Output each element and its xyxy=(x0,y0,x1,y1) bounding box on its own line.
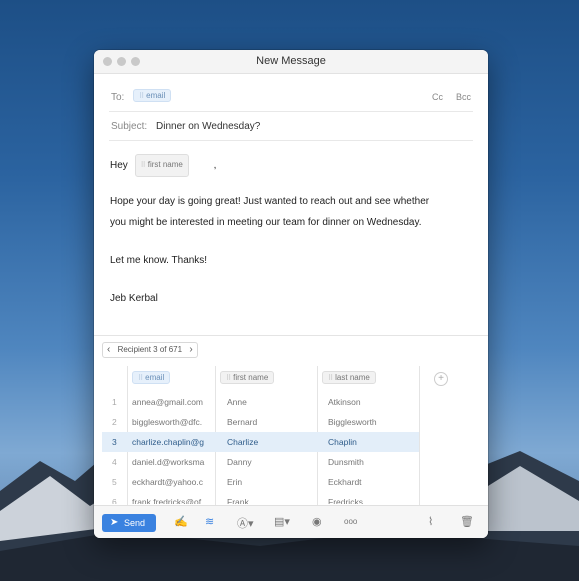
last-name-cell: Bigglesworth xyxy=(328,417,377,427)
message-greeting-line[interactable]: Hey ⠿ first name , xyxy=(110,154,472,177)
first-name-cell: Erin xyxy=(227,477,243,487)
email-cell: daniel.d@worksma xyxy=(132,457,205,467)
column-label: email xyxy=(145,373,165,382)
subject-field[interactable]: Dinner on Wednesday? xyxy=(156,121,260,132)
subject-label: Subject: xyxy=(111,121,148,132)
drag-grip-icon: ⠿ xyxy=(138,375,143,382)
last-name-cell: Dunsmith xyxy=(328,457,364,467)
email-cell: annea@gmail.com xyxy=(132,397,203,407)
translate-icon[interactable]: Ⓐ▾ xyxy=(237,515,254,531)
message-paragraph-1[interactable]: Hope your day is going great! Just wante… xyxy=(110,193,472,232)
email-cell: charlize.chaplin@g xyxy=(132,437,204,447)
send-label: Send xyxy=(124,518,146,528)
table-row[interactable]: 6 frank.fredricks@of Frank Fredricks xyxy=(102,492,419,504)
bcc-button[interactable]: Bcc xyxy=(456,92,471,102)
email-cell: bigglesworth@dfc. xyxy=(132,417,203,427)
next-recipient-button[interactable]: › xyxy=(189,344,192,355)
table-row-selected[interactable]: 3 charlize.chaplin@g Charlize Chaplin xyxy=(102,432,419,452)
recipient-bar: ‹ Recipient 3 of 671 › xyxy=(94,335,488,361)
signature-icon[interactable]: ✍ xyxy=(174,515,188,528)
drag-grip-icon: ⠿ xyxy=(140,162,146,169)
drag-grip-icon: ⠿ xyxy=(139,93,144,100)
drag-grip-icon: ⠿ xyxy=(328,375,333,382)
row-number: 3 xyxy=(112,437,117,447)
message-signature[interactable]: Jeb Kerbal xyxy=(110,290,472,308)
cc-button[interactable]: Cc xyxy=(432,92,443,102)
email-cell: eckhardt@yahoo.c xyxy=(132,477,204,487)
previous-recipient-button[interactable]: ‹ xyxy=(107,344,110,355)
first-name-cell: Frank xyxy=(227,497,249,504)
column-header-last-name[interactable]: ⠿ last name xyxy=(322,371,376,384)
first-name-cell: Charlize xyxy=(227,437,259,447)
to-chip-label: email xyxy=(146,91,166,100)
layers-icon[interactable]: ≋ xyxy=(205,515,214,528)
send-button[interactable]: ➤ Send xyxy=(102,514,156,532)
drag-grip-icon: ⠿ xyxy=(226,375,231,382)
paperclip-icon[interactable]: ⌇ xyxy=(428,515,433,528)
column-label: last name xyxy=(335,373,370,382)
table-row[interactable]: 5 eckhardt@yahoo.c Erin Eckhardt xyxy=(102,472,419,492)
first-name-cell: Danny xyxy=(227,457,252,467)
greeting-text: Hey xyxy=(110,160,128,172)
last-name-cell: Atkinson xyxy=(328,397,361,407)
column-header-first-name[interactable]: ⠿ first name xyxy=(220,371,275,384)
row-number: 6 xyxy=(112,497,117,504)
row-number: 1 xyxy=(112,397,117,407)
first-name-cell: Anne xyxy=(227,397,247,407)
trash-icon[interactable]: 🗑 xyxy=(460,515,474,528)
table-row[interactable]: 4 daniel.d@worksma Danny Dunsmith xyxy=(102,452,419,472)
table-row[interactable]: 2 bigglesworth@dfc. Bernard Bigglesworth xyxy=(102,412,419,432)
message-paragraph-2[interactable]: Let me know. Thanks! xyxy=(110,252,472,270)
row-number: 4 xyxy=(112,457,117,467)
compose-window: New Message To: ⠿ email Cc Bcc Subject: D… xyxy=(94,50,488,538)
window-title: New Message xyxy=(256,55,326,67)
first-name-chip-label: first name xyxy=(147,160,183,169)
recipient-navigator: ‹ Recipient 3 of 671 › xyxy=(102,342,198,358)
paragraph-1-line-1: Hope your day is going great! Just wante… xyxy=(110,196,430,207)
table-row[interactable]: 1 annea@gmail.com Anne Atkinson xyxy=(102,392,419,412)
column-header-email[interactable]: ⠿ email xyxy=(132,371,171,384)
last-name-cell: Chaplin xyxy=(328,437,357,447)
send-icon: ➤ xyxy=(110,517,119,528)
more-icon[interactable]: ooo xyxy=(344,517,357,526)
first-name-cell: Bernard xyxy=(227,417,258,427)
to-label: To: xyxy=(111,92,125,103)
row-number: 2 xyxy=(112,417,117,427)
subject-row[interactable]: Subject: Dinner on Wednesday? xyxy=(109,112,473,141)
document-icon[interactable]: ▤▾ xyxy=(274,515,290,528)
eye-icon[interactable]: ◉ xyxy=(312,515,322,528)
first-name-merge-chip[interactable]: ⠿ first name xyxy=(134,154,189,177)
to-email-chip[interactable]: ⠿ email xyxy=(133,89,172,102)
row-number: 5 xyxy=(112,477,117,487)
recipient-counter: Recipient 3 of 671 xyxy=(117,345,183,354)
last-name-cell: Fredricks xyxy=(328,497,363,504)
greeting-comma: , xyxy=(213,160,217,172)
title-bar: New Message xyxy=(94,50,488,74)
add-column-button[interactable]: + xyxy=(434,372,448,386)
to-row: To: ⠿ email Cc Bcc xyxy=(109,83,473,112)
email-cell: frank.fredricks@of xyxy=(132,497,202,504)
compose-toolbar: ➤ Send ✍ ≋ Ⓐ▾ ▤▾ ◉ ooo ⌇ 🗑 xyxy=(94,505,488,538)
paragraph-1-line-2: you might be interested in meeting our t… xyxy=(110,217,422,228)
column-label: first name xyxy=(233,373,269,382)
last-name-cell: Eckhardt xyxy=(328,477,362,487)
